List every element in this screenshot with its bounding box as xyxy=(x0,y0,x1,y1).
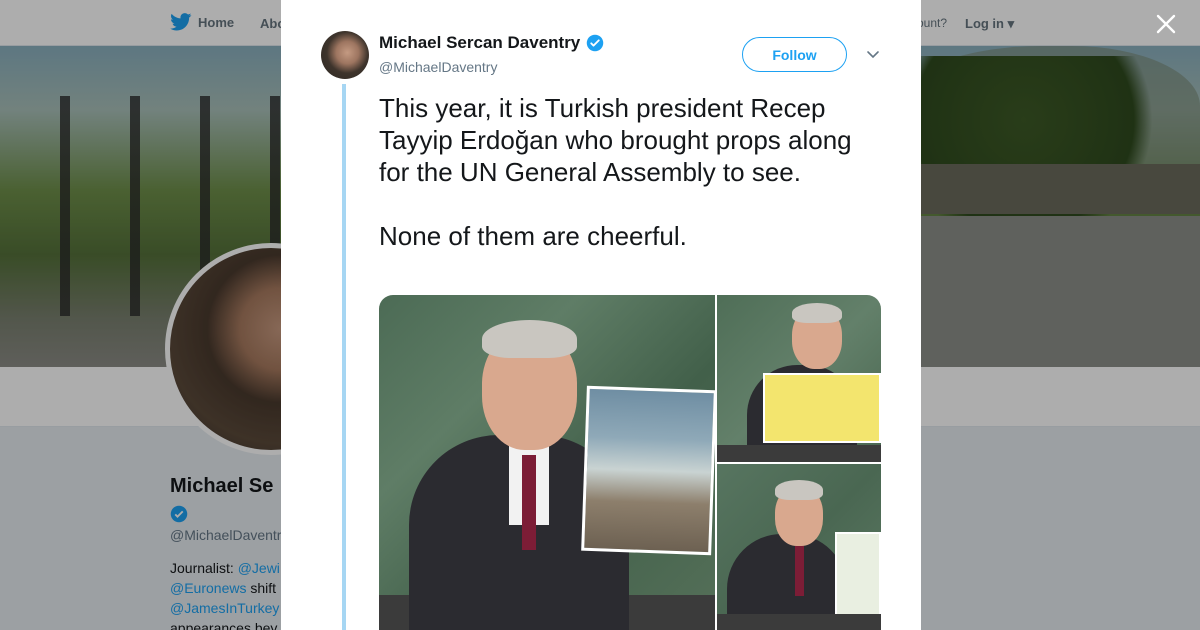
tweet-paragraph: This year, it is Turkish president Recep… xyxy=(379,93,852,187)
tweet-media-grid xyxy=(379,295,881,630)
verified-badge-icon xyxy=(587,34,604,52)
figure-tie xyxy=(522,455,536,550)
author-avatar[interactable] xyxy=(321,31,369,79)
tweet-modal: Michael Sercan Daventry @MichaelDaventry… xyxy=(281,0,921,630)
held-photo xyxy=(581,385,715,556)
close-icon[interactable] xyxy=(1155,13,1177,35)
figure-hair xyxy=(775,480,823,500)
figure-tie xyxy=(795,546,804,596)
figure-hair xyxy=(792,303,842,323)
held-map xyxy=(763,373,881,443)
tweet-paragraph: None of them are cheerful. xyxy=(379,221,687,251)
podium xyxy=(717,445,881,462)
chevron-down-icon[interactable] xyxy=(865,46,881,62)
figure-hair xyxy=(482,320,577,358)
tweet-photo-3[interactable] xyxy=(717,464,881,630)
tweet-photo-2[interactable] xyxy=(717,295,881,462)
follow-button[interactable]: Follow xyxy=(742,37,847,72)
tweet-text: This year, it is Turkish president Recep… xyxy=(379,92,879,252)
author-handle[interactable]: @MichaelDaventry xyxy=(379,59,497,75)
tweet-photo-1[interactable] xyxy=(379,295,715,630)
podium xyxy=(717,614,881,630)
author-name-row[interactable]: Michael Sercan Daventry xyxy=(379,33,604,53)
held-map xyxy=(835,532,881,620)
thread-line xyxy=(342,84,346,630)
author-name[interactable]: Michael Sercan Daventry xyxy=(379,33,580,53)
